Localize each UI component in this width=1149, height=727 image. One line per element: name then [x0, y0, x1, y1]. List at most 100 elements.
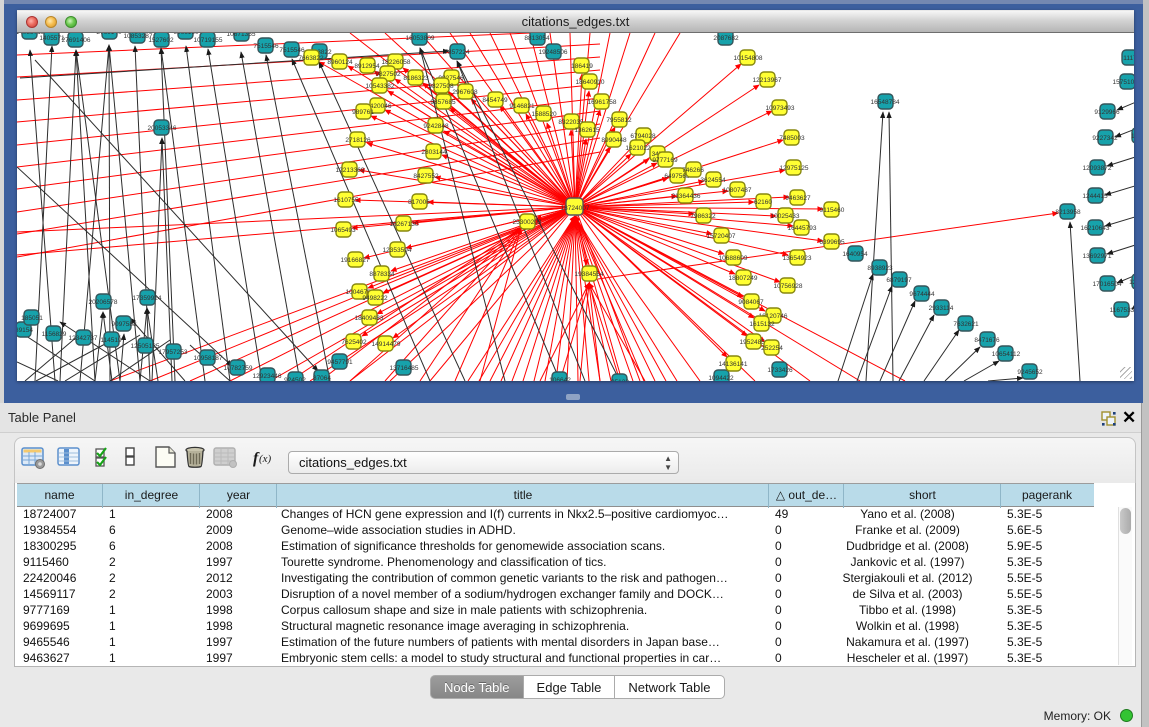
svg-text:16445793: 16445793 [788, 225, 817, 232]
svg-text:95123: 95123 [611, 379, 629, 381]
svg-text:14914479: 14914479 [372, 341, 401, 348]
svg-text:9129966: 9129966 [1094, 109, 1120, 116]
svg-text:12213967: 12213967 [753, 77, 782, 84]
svg-text:9245652: 9245652 [1017, 369, 1043, 376]
svg-text:10719155: 10719155 [194, 37, 223, 44]
svg-text:16961758: 16961758 [588, 99, 617, 106]
svg-text:114519: 114519 [100, 337, 122, 344]
svg-text:1527602: 1527602 [148, 37, 174, 44]
svg-text:10688609: 10688609 [719, 255, 748, 262]
svg-text:27691406: 27691406 [62, 37, 91, 44]
svg-text:106642: 106642 [549, 377, 571, 381]
svg-text:39154: 39154 [17, 327, 33, 334]
svg-text:7632621: 7632621 [953, 321, 979, 328]
svg-text:2933114: 2933114 [929, 305, 954, 312]
svg-text:62160: 62160 [754, 199, 772, 206]
svg-text:7955812: 7955812 [606, 117, 632, 124]
svg-text:2967608: 2967608 [452, 89, 478, 96]
svg-text:2769140: 2769140 [96, 33, 122, 36]
svg-text:12093872: 12093872 [1083, 165, 1112, 172]
svg-text:9146821: 9146821 [509, 103, 535, 110]
svg-text:10154808: 10154808 [734, 55, 763, 62]
svg-text:1117: 1117 [1123, 55, 1134, 62]
svg-text:1615132: 1615132 [749, 321, 775, 328]
svg-text:8454749: 8454749 [482, 97, 508, 104]
svg-text:8878334: 8878334 [369, 271, 395, 278]
svg-text:10973493: 10973493 [766, 105, 795, 112]
svg-text:924502: 924502 [284, 377, 306, 381]
svg-text:746266: 746266 [682, 167, 704, 174]
svg-text:7986322: 7986322 [690, 213, 716, 220]
svg-text:12975125: 12975125 [780, 165, 809, 172]
svg-text:10654112: 10654112 [992, 351, 1021, 358]
svg-text:989761: 989761 [352, 109, 374, 116]
svg-text:9242848: 9242848 [423, 123, 449, 130]
svg-text:19166827: 19166827 [341, 257, 370, 264]
svg-text:1610755: 1610755 [333, 197, 359, 204]
svg-text:16548784: 16548784 [871, 99, 900, 106]
svg-text:10543382: 10543382 [366, 83, 395, 90]
svg-text:1167533: 1167533 [1110, 307, 1134, 314]
svg-text:15720407: 15720407 [707, 233, 736, 240]
svg-text:6794028: 6794028 [630, 133, 656, 140]
svg-text:8960124: 8960124 [327, 59, 353, 66]
svg-text:7515546: 7515546 [279, 47, 305, 54]
svg-text:1733426: 1733426 [767, 367, 793, 374]
svg-text:17016504: 17016504 [1093, 281, 1122, 288]
svg-text:87064: 87064 [313, 375, 331, 381]
svg-text:10782759: 10782759 [224, 365, 253, 372]
svg-text:8186323: 8186323 [403, 75, 429, 82]
svg-text:18640910: 18640910 [576, 79, 605, 86]
svg-text:12213369: 12213369 [336, 167, 365, 174]
svg-text:9097588: 9097588 [111, 321, 137, 328]
svg-text:8813054: 8813054 [524, 35, 550, 42]
svg-text:6879197: 6879197 [886, 277, 912, 284]
svg-text:25300203: 25300203 [513, 219, 542, 226]
svg-text:16210643: 16210643 [1081, 225, 1110, 232]
svg-text:2087682: 2087682 [713, 35, 739, 42]
svg-text:20206578: 20206578 [89, 299, 118, 306]
svg-text:14136141: 14136141 [719, 361, 748, 368]
svg-text:1588520: 1588520 [531, 111, 557, 118]
svg-text:18807249: 18807249 [729, 275, 758, 282]
svg-text:6399695: 6399695 [819, 239, 845, 246]
svg-text:252254: 252254 [761, 345, 783, 352]
svg-text:2803144: 2803144 [421, 149, 447, 156]
svg-text:120465: 120465 [1129, 279, 1134, 286]
svg-text:12342737: 12342737 [69, 335, 98, 342]
svg-text:1156829: 1156829 [42, 331, 67, 338]
svg-text:9463627: 9463627 [785, 195, 811, 202]
svg-text:17957253: 17957253 [159, 349, 188, 356]
svg-text:1362615: 1362615 [574, 127, 600, 134]
svg-text:9857685: 9857685 [430, 99, 456, 106]
svg-text:9457791: 9457791 [327, 359, 353, 366]
svg-text:1621022: 1621022 [625, 145, 651, 152]
svg-text:7515546: 7515546 [253, 43, 279, 50]
svg-text:7663822: 7663822 [298, 55, 324, 62]
svg-text:9674444: 9674444 [909, 291, 935, 298]
svg-text:12505135: 12505135 [131, 343, 160, 350]
svg-text:1244415: 1244415 [1082, 193, 1108, 200]
svg-text:17359924: 17359924 [133, 295, 162, 302]
svg-text:15751074: 15751074 [1113, 79, 1134, 86]
svg-text:7485003: 7485003 [779, 135, 805, 142]
svg-text:1065493: 1065493 [330, 227, 356, 234]
svg-text:7857224: 7857224 [444, 49, 470, 56]
svg-text:13716485: 13716485 [390, 365, 419, 372]
svg-text:13692971: 13692971 [1083, 253, 1112, 260]
svg-text:1640954: 1640954 [842, 251, 868, 258]
svg-text:10807487: 10807487 [723, 187, 752, 194]
svg-text:16053809: 16053809 [406, 35, 435, 42]
svg-text:8990448: 8990448 [601, 137, 627, 144]
svg-text:18409483: 18409483 [355, 315, 384, 322]
svg-text:19384554: 19384554 [575, 271, 604, 278]
svg-text:20053346: 20053346 [148, 125, 177, 132]
svg-text:185051: 185051 [21, 315, 43, 322]
svg-text:817006: 817006 [408, 199, 430, 206]
svg-text:9498222: 9498222 [362, 295, 388, 302]
svg-text:9777169: 9777169 [652, 157, 678, 164]
svg-text:12923446: 12923446 [253, 373, 282, 380]
svg-text:8938923: 8938923 [867, 265, 893, 272]
svg-text:10958187: 10958187 [194, 355, 223, 362]
svg-text:9115460: 9115460 [820, 207, 845, 214]
